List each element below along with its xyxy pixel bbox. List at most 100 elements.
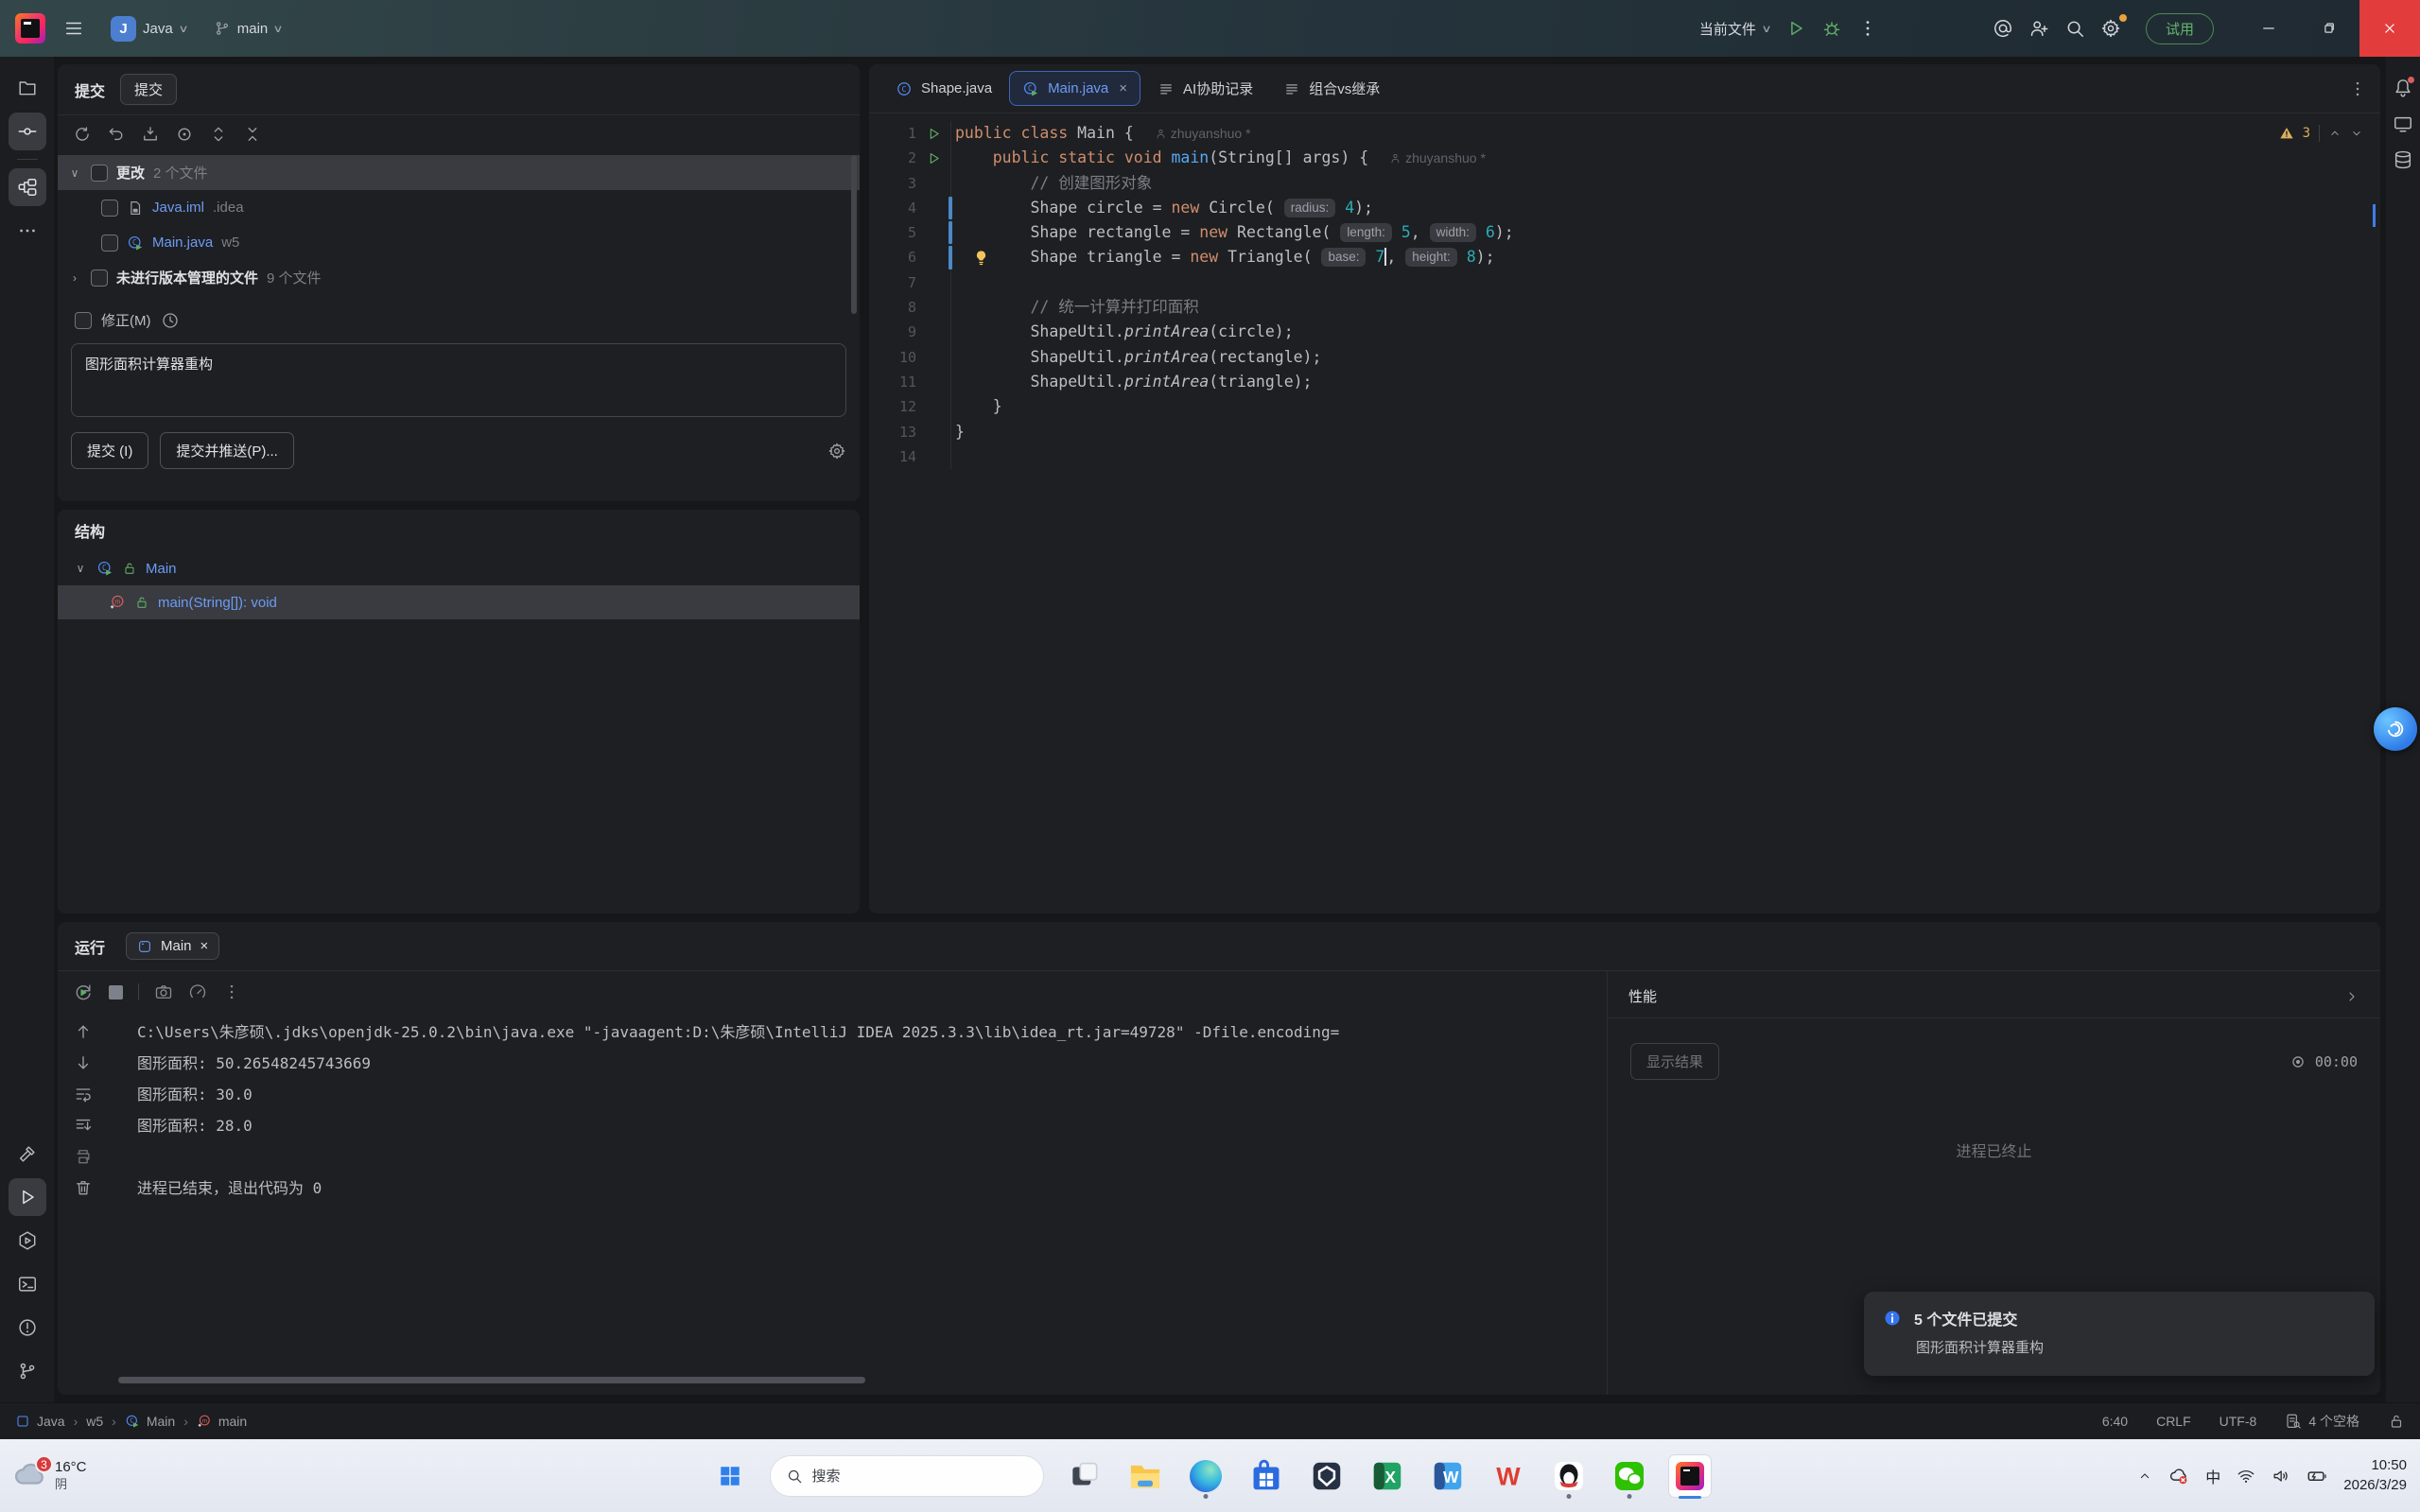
main-menu-button[interactable] [55,12,93,44]
ime-indicator[interactable]: 中 [2205,1465,2220,1487]
file-checkbox[interactable] [101,235,118,252]
amend-checkbox[interactable] [75,312,92,329]
run-line-icon[interactable] [926,150,942,166]
down-stacktrace-icon[interactable] [74,1053,93,1072]
chevron-right-icon[interactable] [2344,989,2359,1004]
trial-badge[interactable]: 试用 [2146,13,2214,44]
chevron-down-icon[interactable]: ∨ [67,166,82,180]
code-line[interactable]: 6 Shape triangle = new Triangle( base: 7… [869,245,2380,269]
sidebar-item-structure[interactable] [9,168,46,206]
sidebar-item-terminal[interactable] [9,1265,46,1303]
profiler-gauge-icon[interactable] [188,982,207,1001]
console-output[interactable]: C:\Users\朱彦硕\.jdks\openjdk-25.0.2\bin\ja… [109,1013,1607,1395]
expand-all-icon[interactable] [209,125,228,144]
code-line[interactable]: 7 [869,270,2380,295]
sidebar-item-project[interactable] [9,69,46,107]
structure-item[interactable]: ∨CMain [58,551,860,585]
start-button[interactable] [709,1455,751,1497]
editor-tab-ai-[interactable]: AI协助记录 [1144,71,1266,106]
code-line[interactable]: 11 ShapeUtil.printArea(triangle); [869,370,2380,394]
code-with-me-button[interactable] [2021,12,2057,44]
branch-selector[interactable]: main ∨ [205,14,291,43]
sidebar-item-build[interactable] [9,1135,46,1173]
taskbar-app-wps[interactable]: W [1487,1454,1530,1498]
code-line[interactable]: 1public class Main { zhuyanshuo * [869,121,2380,146]
taskbar-clock[interactable]: 10:50 2026/3/29 [2343,1456,2407,1495]
target-icon[interactable] [175,125,194,144]
line-ending-selector[interactable]: CRLF [2156,1414,2191,1429]
commit-message-input[interactable]: 图形面积计算器重构 [71,343,846,417]
taskbar-search[interactable]: 搜索 [770,1455,1044,1497]
rerun-icon[interactable] [73,982,94,1002]
taskbar-app-taskview[interactable] [1063,1454,1106,1498]
code-line[interactable]: 12 } [869,394,2380,419]
code-line[interactable]: 13} [869,420,2380,444]
commit-options-gear-icon[interactable] [827,442,846,461]
more-actions-button[interactable] [1850,12,1886,44]
sidebar-item-profiler[interactable] [9,1222,46,1260]
battery-icon[interactable] [2307,1466,2327,1486]
onedrive-error-icon[interactable] [2168,1466,2189,1486]
notification-toast[interactable]: 5 个文件已提交 图形面积计算器重构 [1864,1292,2375,1376]
run-button[interactable] [1778,12,1814,44]
editor-tab--vs-[interactable]: 组合vs继承 [1270,71,1393,106]
clear-console-icon[interactable] [74,1178,93,1197]
more-vertical-icon[interactable] [222,982,241,1001]
next-problem-icon[interactable] [2350,127,2363,140]
run-config-selector[interactable]: 当前文件 ∨ [1692,13,1778,44]
taskbar-app-store[interactable] [1245,1454,1288,1498]
print-icon[interactable] [74,1147,93,1166]
run-tab-main[interactable]: Main × [126,932,219,960]
taskbar-app-idea[interactable] [1668,1454,1712,1498]
sidebar-item-commit[interactable] [9,113,46,150]
settings-button[interactable] [2093,12,2129,44]
taskbar-app-wechat[interactable] [1608,1454,1651,1498]
scroll-to-end-icon[interactable] [74,1116,93,1135]
code-line[interactable]: 4 Shape circle = new Circle( radius: 4); [869,196,2380,220]
changed-file-row[interactable]: Java.iml.idea [58,190,860,225]
up-stacktrace-icon[interactable] [74,1022,93,1041]
run-line-icon[interactable] [926,126,942,142]
ai-assistant-button[interactable] [1985,12,2021,44]
author-inlay[interactable]: zhuyanshuo * [1389,150,1486,165]
soft-wrap-icon[interactable] [74,1085,93,1104]
sidebar-item-notifications[interactable] [2389,74,2417,102]
collapse-all-icon[interactable] [243,125,262,144]
sidebar-item-database[interactable] [2389,146,2417,174]
breadcrumb-item[interactable]: CMain [125,1414,175,1429]
inspections-widget[interactable]: 3 [2279,125,2363,142]
taskbar-app-word[interactable]: W [1426,1454,1470,1498]
code-line[interactable]: 3 // 创建图形对象 [869,171,2380,196]
debug-button[interactable] [1814,12,1850,44]
sidebar-item-more[interactable] [9,212,46,250]
author-inlay[interactable]: zhuyanshuo * [1155,126,1251,141]
breadcrumb-item[interactable]: mmain [197,1414,247,1429]
screenshot-icon[interactable] [154,982,173,1001]
show-results-button[interactable]: 显示结果 [1630,1043,1719,1080]
code-line[interactable]: 5 Shape rectangle = new Rectangle( lengt… [869,220,2380,245]
search-everywhere-button[interactable] [2057,12,2093,44]
editor-tab-main-java[interactable]: CMain.java× [1009,71,1140,106]
taskbar-app-shield[interactable] [1305,1454,1349,1498]
chevron-right-icon[interactable]: › [67,271,82,285]
taskbar-app-edge[interactable] [1184,1454,1227,1498]
prev-problem-icon[interactable] [2328,127,2342,140]
changed-file-row[interactable]: CMain.javaw5 [58,225,860,260]
code-line[interactable]: 9 ShapeUtil.printArea(circle); [869,320,2380,344]
unlock-icon[interactable] [2388,1413,2405,1430]
volume-icon[interactable] [2272,1467,2290,1486]
sidebar-item-vcs[interactable] [9,1352,46,1390]
change-group-row[interactable]: ∨更改2 个文件 [58,155,860,190]
project-selector[interactable]: J Java ∨ [102,10,196,47]
caret-position[interactable]: 6:40 [2102,1414,2128,1429]
commit-tab[interactable]: 提交 [120,74,177,105]
close-tab-icon[interactable]: × [1119,80,1127,96]
code-editor[interactable]: 1public class Main { zhuyanshuo *2 publi… [869,113,2380,913]
sidebar-item-remote[interactable] [2389,110,2417,138]
minimize-button[interactable] [2238,0,2299,57]
code-line[interactable]: 10 ShapeUtil.printArea(rectangle); [869,345,2380,370]
commit-button[interactable]: 提交 (I) [71,432,148,469]
encoding-selector[interactable]: UTF-8 [2220,1414,2257,1429]
code-line[interactable]: 8 // 统一计算并打印面积 [869,295,2380,320]
shelve-icon[interactable] [141,125,160,144]
